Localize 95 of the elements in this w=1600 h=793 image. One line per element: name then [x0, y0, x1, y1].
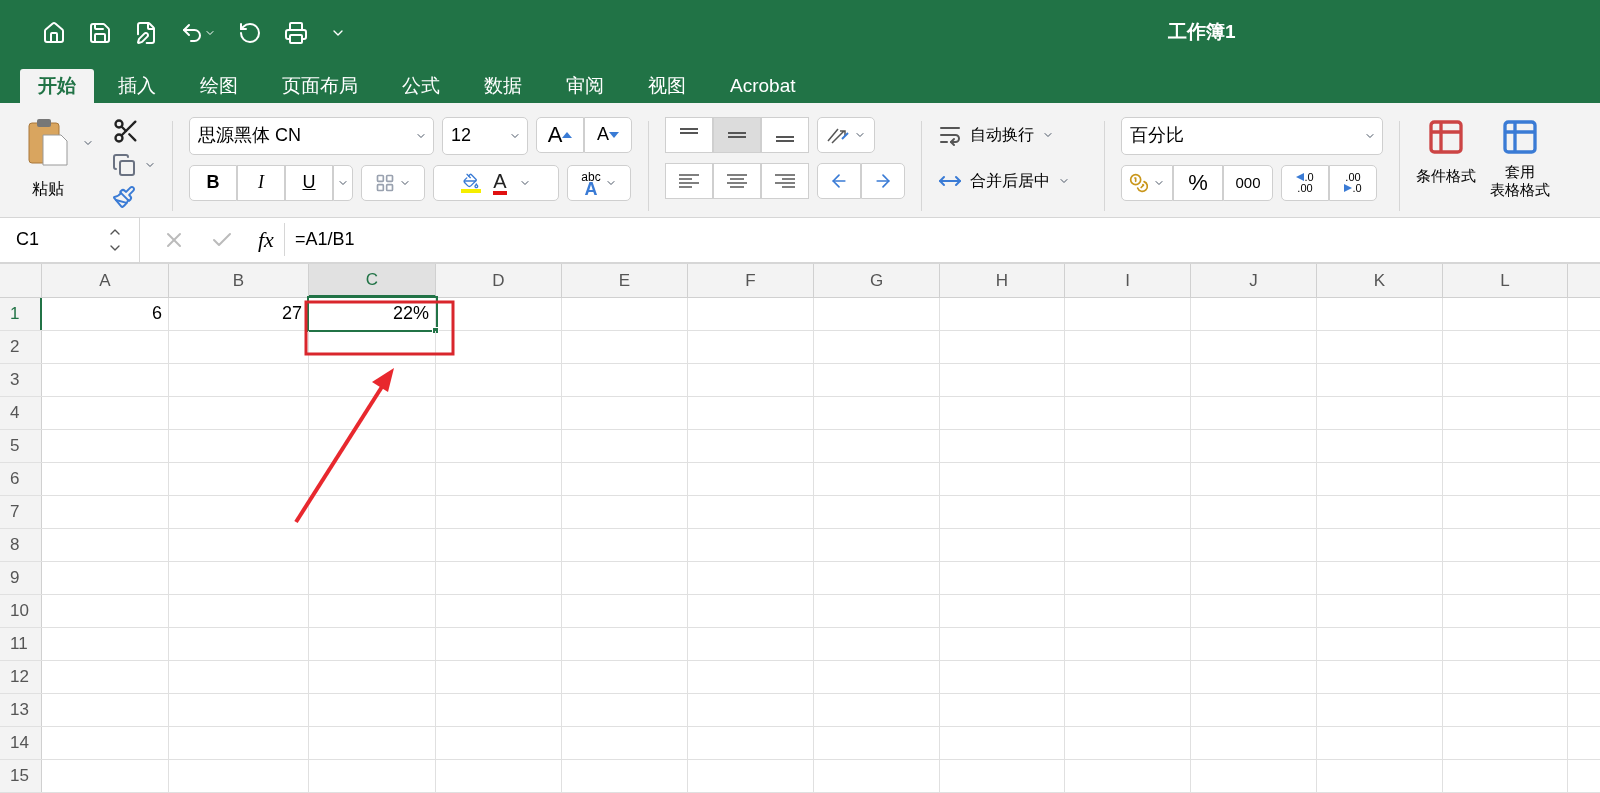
ribbon-tab[interactable]: 视图: [628, 68, 706, 103]
right-arrow-icon: [1344, 184, 1353, 193]
row-header[interactable]: 7: [0, 496, 42, 528]
percent-button[interactable]: %: [1173, 164, 1223, 201]
ribbon-tab[interactable]: 插入: [98, 68, 176, 103]
table-cell: 27: [169, 298, 309, 330]
row-header[interactable]: 5: [0, 430, 42, 462]
wrap-text-button[interactable]: 自动换行: [938, 122, 1088, 147]
row-header[interactable]: 13: [0, 694, 42, 726]
row-header[interactable]: 3: [0, 364, 42, 396]
column-header[interactable]: G: [814, 264, 940, 297]
comma-button[interactable]: 000: [1223, 164, 1273, 201]
text-align-button[interactable]: [713, 162, 761, 199]
format-table-button[interactable]: 套用 表格格式: [1490, 116, 1550, 199]
align-lines-icon: [775, 173, 795, 188]
column-header[interactable]: J: [1191, 264, 1317, 297]
copy-icon[interactable]: [112, 152, 136, 177]
row-header[interactable]: 1: [0, 298, 42, 330]
format-painter-icon[interactable]: [112, 184, 136, 209]
column-header[interactable]: A: [42, 264, 169, 297]
font-size-field[interactable]: 12: [442, 116, 528, 155]
merge-center-button[interactable]: 合并后居中: [938, 168, 1088, 193]
paste-button[interactable]: 粘贴: [20, 116, 76, 201]
align-lines-icon: [680, 127, 698, 134]
row-header[interactable]: 12: [0, 661, 42, 693]
borders-button[interactable]: [361, 164, 425, 201]
clipboard-icon: [27, 116, 69, 167]
formula-text: =A1/B1: [294, 228, 355, 252]
conditional-format-button[interactable]: 条件格式: [1416, 116, 1476, 199]
print-icon[interactable]: [284, 20, 308, 45]
ribbon-tab[interactable]: 审阅: [546, 68, 624, 103]
number-format-field[interactable]: 百分比: [1121, 116, 1383, 155]
increase-decimal-button[interactable]: .0 .00: [1281, 164, 1329, 201]
row-header[interactable]: 6: [0, 463, 42, 495]
orientation-button[interactable]: [817, 116, 875, 153]
align-button[interactable]: [761, 116, 809, 153]
text-align-button[interactable]: [761, 162, 809, 199]
insert-function-button[interactable]: fx: [258, 223, 285, 257]
row-header[interactable]: 9: [0, 562, 42, 594]
align-lines-icon: [679, 173, 699, 188]
decrease-indent-button[interactable]: [817, 162, 861, 199]
name-box[interactable]: C1: [0, 217, 140, 262]
align-lines-icon: [727, 173, 747, 188]
home-icon[interactable]: [42, 20, 66, 45]
phonetic-button[interactable]: abc A: [567, 164, 631, 201]
fill-color-button[interactable]: A: [433, 164, 559, 201]
column-header[interactable]: K: [1317, 264, 1443, 297]
borders-icon: [375, 172, 395, 193]
column-header[interactable]: F: [688, 264, 814, 297]
bold-button[interactable]: B: [189, 164, 237, 201]
left-arrow-icon: [1296, 173, 1305, 182]
row-header[interactable]: 4: [0, 397, 42, 429]
align-button[interactable]: [665, 116, 713, 153]
ribbon-tab[interactable]: 页面布局: [262, 68, 378, 103]
grow-font-button[interactable]: A: [536, 116, 584, 153]
table-cell: 6: [42, 298, 169, 330]
row-header[interactable]: 14: [0, 727, 42, 759]
edit-icon[interactable]: [134, 20, 158, 45]
row-header[interactable]: 2: [0, 331, 42, 363]
column-header[interactable]: C: [309, 264, 436, 297]
italic-button[interactable]: I: [237, 164, 285, 201]
redo-icon[interactable]: [238, 20, 262, 45]
ribbon-tab[interactable]: 绘图: [180, 68, 258, 103]
align-button[interactable]: [713, 116, 761, 153]
down-triangle-icon: [609, 131, 619, 138]
row-header[interactable]: 15: [0, 760, 42, 792]
align-lines-icon: [728, 131, 746, 138]
font-name-field[interactable]: 思源黑体 CN: [189, 116, 434, 155]
column-header[interactable]: H: [940, 264, 1065, 297]
fill-handle[interactable]: [432, 327, 439, 334]
underline-menu-button[interactable]: [333, 164, 353, 201]
row-header[interactable]: 8: [0, 529, 42, 561]
underline-button[interactable]: U: [285, 164, 333, 201]
table-cell: 22%: [309, 298, 436, 330]
ribbon-tab[interactable]: Acrobat: [710, 68, 816, 103]
column-header[interactable]: I: [1065, 264, 1191, 297]
text-align-button[interactable]: [665, 162, 713, 199]
save-icon[interactable]: [88, 20, 112, 45]
up-triangle-icon: [562, 131, 573, 138]
window-title: 工作簿1: [1168, 20, 1236, 45]
coins-icon: [1129, 172, 1149, 193]
currency-button[interactable]: [1121, 164, 1173, 201]
column-header[interactable]: E: [562, 264, 688, 297]
column-header[interactable]: D: [436, 264, 562, 297]
row-header[interactable]: 10: [0, 595, 42, 627]
align-lines-icon: [776, 135, 794, 142]
decrease-decimal-button[interactable]: .00 .0: [1329, 164, 1377, 201]
fill-color-icon: [461, 172, 482, 193]
column-header[interactable]: L: [1443, 264, 1568, 297]
increase-indent-button[interactable]: [861, 162, 905, 199]
ribbon-tab[interactable]: 公式: [382, 68, 460, 103]
ribbon-tab[interactable]: 开始: [20, 68, 94, 103]
shrink-font-button[interactable]: A: [584, 116, 632, 153]
row-header[interactable]: 11: [0, 628, 42, 660]
ribbon-tab[interactable]: 数据: [464, 68, 542, 103]
